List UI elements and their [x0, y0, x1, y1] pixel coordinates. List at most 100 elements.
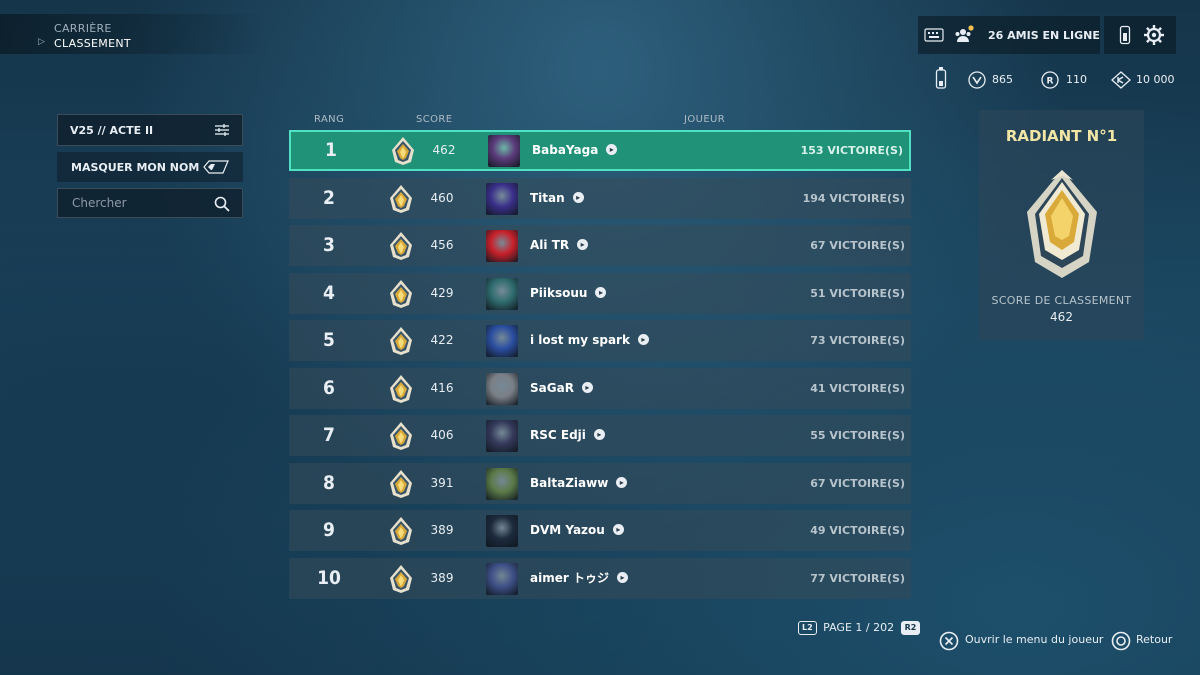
search-input[interactable] [58, 189, 222, 217]
row-score: 462 [432, 143, 456, 157]
row-player[interactable]: i lost my spark ▸ [530, 320, 649, 361]
rank-card-title: RADIANT N°1 [1005, 127, 1118, 145]
r2-button-icon[interactable]: R2 [900, 621, 921, 635]
hide-name-label: MASQUER MON NOM [71, 161, 200, 174]
leaderboard-row[interactable]: 6 416 SaGaR ▸ 41 VICTOIRE(S) [289, 367, 911, 409]
row-score: 406 [430, 428, 454, 442]
friends-icon[interactable] [953, 25, 975, 45]
row-player[interactable]: Titan ▸ [530, 178, 584, 219]
playstation-icon: ▸ [593, 429, 605, 440]
header-rank: RANG [314, 114, 345, 125]
breadcrumb-parent[interactable]: CARRIÈRE [54, 22, 112, 35]
playstation-icon: ▸ [616, 571, 628, 583]
avatar [486, 420, 518, 452]
row-rank: 3 [323, 234, 335, 256]
row-rank: 5 [323, 329, 335, 351]
row-wins: 49 VICTOIRE(S) [810, 524, 905, 537]
row-score: 460 [430, 190, 454, 205]
row-score: 429 [430, 285, 454, 300]
player-name: aimer トゥジ [530, 570, 609, 585]
row-rank: 6 [323, 376, 335, 399]
playstation-icon: ▸ [595, 286, 607, 298]
act-selector[interactable]: V25 // ACTE II [57, 114, 243, 146]
search-box[interactable] [57, 188, 243, 218]
row-wins: 67 VICTOIRE(S) [810, 476, 905, 490]
kingdom-credits-value: 10 000 [1136, 73, 1175, 86]
open-player-menu-hint[interactable]: Ouvrir le menu du joueur [965, 633, 1103, 646]
row-player[interactable]: BaltaZiaww ▸ [530, 463, 628, 504]
row-player[interactable]: DVM Yazou ▸ [530, 510, 624, 551]
radianite-icon: R [1041, 71, 1059, 89]
rank-card: RADIANT N°1 SCORE DE CLASSEMENT 462 [979, 110, 1144, 340]
leaderboard-row[interactable]: 8 391 BaltaZiaww ▸ 67 VICTOIRE(S) [289, 462, 911, 504]
circle-button-icon[interactable] [1111, 631, 1131, 651]
player-name: RSC Edji [530, 428, 586, 442]
player-name: i lost my spark [530, 333, 630, 347]
leaderboard-row[interactable]: 1 462 BabaYaga ▸ 153 VICTOIRE(S) [289, 130, 911, 171]
radiant-rank-icon [389, 421, 413, 451]
playstation-icon: ▸ [606, 144, 618, 155]
row-player[interactable]: aimer トゥジ ▸ [530, 558, 628, 599]
toggle-switch-icon[interactable] [203, 159, 229, 175]
playstation-icon: ▸ [616, 476, 628, 488]
row-rank: 9 [323, 519, 335, 541]
avatar [486, 515, 518, 547]
keyboard-icon[interactable] [924, 27, 944, 43]
row-score: 422 [430, 333, 454, 347]
radiant-rank-icon [389, 374, 413, 404]
kingdom-credits-icon [1111, 71, 1131, 89]
avatar [486, 325, 518, 357]
row-rank: 10 [317, 566, 341, 589]
radiant-rank-icon [389, 564, 413, 594]
row-wins: 55 VICTOIRE(S) [810, 429, 905, 442]
filter-sliders-icon [215, 124, 229, 136]
breadcrumb [0, 14, 270, 54]
row-player[interactable]: Ali TR ▸ [530, 225, 589, 266]
leaderboard-row[interactable]: 4 429 Piiksouu ▸ 51 VICTOIRE(S) [289, 272, 911, 314]
leaderboard-row[interactable]: 2 460 Titan ▸ 194 VICTOIRE(S) [289, 177, 911, 219]
leaderboard-row[interactable]: 10 389 aimer トゥジ ▸ 77 VICTOIRE(S) [289, 557, 911, 599]
playstation-icon: ▸ [637, 334, 649, 345]
svg-text:R: R [1047, 77, 1054, 87]
leaderboard-row[interactable]: 9 389 DVM Yazou ▸ 49 VICTOIRE(S) [289, 510, 911, 551]
avatar [488, 135, 520, 167]
row-wins: 41 VICTOIRE(S) [810, 381, 905, 395]
player-name: BaltaZiaww [530, 475, 609, 490]
cross-button-icon[interactable] [939, 631, 959, 651]
leaderboard-row[interactable]: 5 422 i lost my spark ▸ 73 VICTOIRE(S) [289, 320, 911, 361]
radiant-rank-icon [389, 516, 413, 546]
row-wins: 73 VICTOIRE(S) [810, 334, 905, 347]
radianite-value: 110 [1066, 73, 1087, 86]
back-hint[interactable]: Retour [1136, 633, 1172, 646]
row-score: 416 [430, 380, 454, 395]
avatar [486, 372, 518, 405]
row-score: 391 [430, 475, 454, 490]
player-name: Piiksouu [530, 285, 588, 300]
playstation-icon: ▸ [612, 524, 624, 535]
controller-battery-icon [935, 67, 947, 89]
row-score: 389 [430, 570, 454, 585]
row-player[interactable]: Piiksouu ▸ [530, 273, 607, 314]
row-player[interactable]: SaGaR ▸ [530, 368, 593, 409]
battery-icon [1119, 25, 1131, 45]
breadcrumb-current: CLASSEMENT [54, 37, 131, 50]
settings-gear-icon[interactable] [1143, 24, 1165, 46]
row-rank: 8 [323, 471, 335, 494]
hide-name-toggle[interactable]: MASQUER MON NOM [57, 152, 243, 182]
row-rank: 7 [323, 424, 335, 446]
radiant-rank-icon [389, 326, 413, 356]
l2-button-icon[interactable]: L2 [798, 621, 817, 635]
row-player[interactable]: RSC Edji ▸ [530, 415, 605, 456]
player-name: DVM Yazou [530, 523, 605, 537]
playstation-icon: ▸ [572, 191, 584, 203]
avatar [486, 467, 518, 500]
row-player[interactable]: BabaYaga ▸ [532, 132, 618, 169]
search-icon[interactable] [214, 196, 230, 212]
friends-online-count[interactable]: 26 AMIS EN LIGNE [988, 29, 1100, 42]
leaderboard-row[interactable]: 3 456 Ali TR ▸ 67 VICTOIRE(S) [289, 225, 911, 266]
leaderboard-row[interactable]: 7 406 RSC Edji ▸ 55 VICTOIRE(S) [289, 415, 911, 456]
avatar [486, 562, 518, 595]
row-wins: 51 VICTOIRE(S) [810, 286, 905, 300]
valorant-points-value: 865 [992, 73, 1013, 86]
rank-score-label: SCORE DE CLASSEMENT [991, 294, 1132, 307]
